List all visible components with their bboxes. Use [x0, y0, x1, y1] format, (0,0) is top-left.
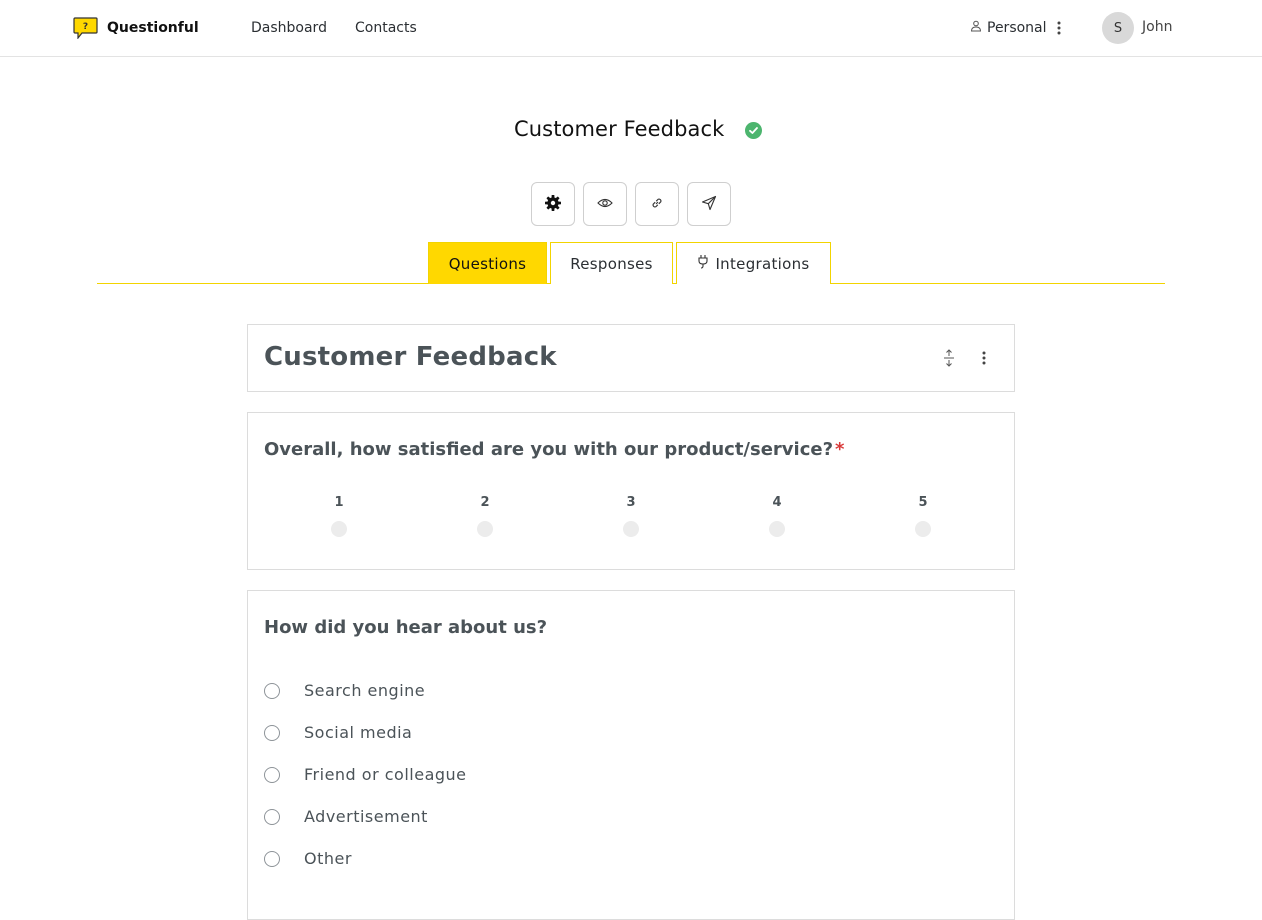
gear-icon	[544, 194, 562, 215]
tab-integrations-label: Integrations	[715, 254, 810, 273]
send-icon	[701, 195, 717, 214]
tab-responses[interactable]: Responses	[550, 242, 673, 284]
choice-label: Advertisement	[304, 807, 428, 826]
send-button[interactable]	[687, 182, 731, 226]
top-navbar: ? Questionful Dashboard Contacts Persona…	[0, 0, 1262, 57]
survey-title: Customer Feedback	[514, 117, 725, 141]
preview-button[interactable]	[583, 182, 627, 226]
scale-radio[interactable]	[769, 521, 785, 537]
svg-text:?: ?	[83, 22, 88, 32]
nav-link-dashboard[interactable]: Dashboard	[251, 20, 327, 36]
workspace-switcher[interactable]: Personal	[970, 20, 1047, 36]
settings-button[interactable]	[531, 182, 575, 226]
question-card-satisfaction: Overall, how satisfied are you with our …	[247, 412, 1015, 570]
required-asterisk: *	[835, 439, 845, 460]
choice-label: Other	[304, 849, 352, 868]
eye-icon	[597, 197, 613, 212]
scale-option[interactable]: 5	[903, 495, 943, 537]
choice-option[interactable]: Other	[264, 849, 352, 868]
scale-radio[interactable]	[915, 521, 931, 537]
tab-questions[interactable]: Questions	[428, 242, 547, 284]
scale-option[interactable]: 1	[319, 495, 359, 537]
speech-bubble-logo-icon: ?	[73, 17, 98, 40]
copy-link-button[interactable]	[635, 182, 679, 226]
scale-number: 4	[772, 495, 782, 510]
scale-radio[interactable]	[623, 521, 639, 537]
choice-option[interactable]: Social media	[264, 723, 412, 742]
nav-link-contacts[interactable]: Contacts	[355, 20, 417, 36]
workspace-menu-icon[interactable]	[1053, 19, 1065, 37]
collapse-expand-icon[interactable]	[942, 349, 956, 367]
scale-option[interactable]: 2	[465, 495, 505, 537]
user-outline-icon	[970, 20, 982, 36]
plug-icon	[697, 254, 709, 274]
scale-option[interactable]: 4	[757, 495, 797, 537]
rating-scale: 1 2 3 4 5	[264, 495, 998, 555]
radio-button[interactable]	[264, 682, 280, 699]
brand-name: Questionful	[107, 20, 199, 36]
scale-number: 2	[480, 495, 490, 510]
scale-number: 1	[334, 495, 344, 510]
question-card-referral: How did you hear about us? Search engine…	[247, 590, 1015, 920]
scale-radio[interactable]	[331, 521, 347, 537]
form-title[interactable]: Customer Feedback	[264, 342, 557, 372]
question-text[interactable]: How did you hear about us?	[264, 617, 547, 638]
more-options-icon[interactable]	[978, 349, 990, 367]
link-icon	[650, 196, 664, 213]
radio-button[interactable]	[264, 724, 280, 741]
choice-label: Friend or colleague	[304, 765, 467, 784]
scale-radio[interactable]	[477, 521, 493, 537]
avatar[interactable]: S	[1102, 12, 1134, 44]
choice-option[interactable]: Search engine	[264, 681, 425, 700]
scale-option[interactable]: 3	[611, 495, 651, 537]
workspace-label: Personal	[987, 20, 1047, 36]
form-title-card: Customer Feedback	[247, 324, 1015, 392]
scale-number: 3	[626, 495, 636, 510]
published-check-icon	[745, 122, 762, 139]
choice-option[interactable]: Friend or colleague	[264, 765, 467, 784]
tab-integrations[interactable]: Integrations	[676, 242, 831, 284]
tab-responses-label: Responses	[570, 254, 653, 273]
radio-button[interactable]	[264, 766, 280, 783]
choice-label: Social media	[304, 723, 413, 742]
radio-button[interactable]	[264, 850, 280, 867]
radio-button[interactable]	[264, 808, 280, 825]
choice-label: Search engine	[304, 681, 426, 700]
choice-option[interactable]: Advertisement	[264, 807, 428, 826]
question-text[interactable]: Overall, how satisfied are you with our …	[264, 439, 844, 460]
user-name[interactable]: John	[1142, 19, 1172, 35]
question-label: Overall, how satisfied are you with our …	[264, 439, 834, 460]
scale-number: 5	[918, 495, 928, 510]
tab-questions-label: Questions	[448, 254, 527, 273]
brand[interactable]: ? Questionful	[73, 17, 199, 40]
